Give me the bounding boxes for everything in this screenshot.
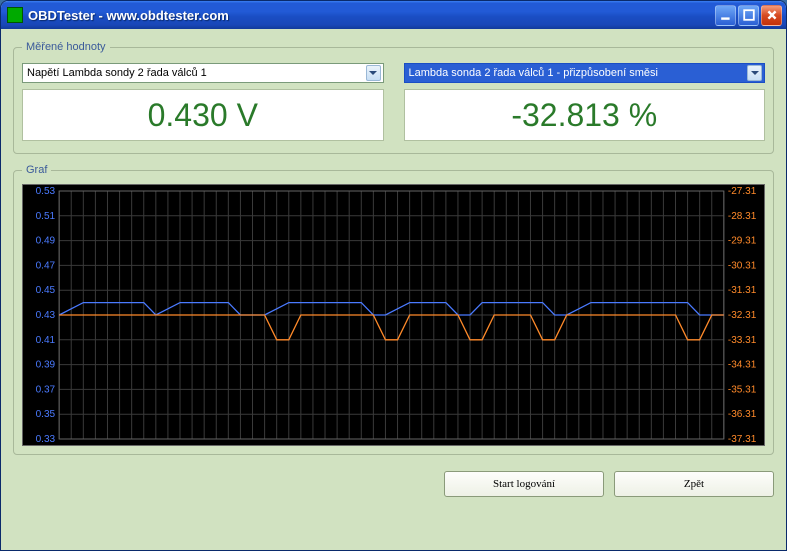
- svg-text:-37.31: -37.31: [728, 434, 757, 445]
- titlebar[interactable]: OBDTester - www.obdtester.com: [1, 1, 786, 29]
- left-dropdown-text: Napětí Lambda sondy 2 řada válců 1: [27, 67, 366, 79]
- svg-text:0.45: 0.45: [36, 285, 56, 296]
- svg-text:-34.31: -34.31: [728, 360, 757, 371]
- chevron-down-icon: [747, 65, 762, 81]
- graph-group: Graf 0.33 -37.31 0.35 -36.31 0.37 -35.31 0.39 -…: [13, 164, 774, 455]
- start-logging-button[interactable]: Start logování: [444, 471, 604, 497]
- right-dropdown-text: Lambda sonda 2 řada válců 1 - přizpůsobe…: [409, 67, 748, 79]
- svg-text:-31.31: -31.31: [728, 285, 757, 296]
- app-icon: [7, 7, 23, 23]
- svg-text:-32.31: -32.31: [728, 310, 757, 321]
- right-dropdown[interactable]: Lambda sonda 2 řada válců 1 - přizpůsobe…: [404, 63, 766, 83]
- graph-legend: Graf: [22, 164, 51, 176]
- svg-text:-27.31: -27.31: [728, 186, 757, 197]
- svg-text:0.53: 0.53: [36, 186, 56, 197]
- svg-text:-28.31: -28.31: [728, 211, 757, 222]
- back-button[interactable]: Zpět: [614, 471, 774, 497]
- svg-text:0.35: 0.35: [36, 409, 56, 420]
- maximize-button[interactable]: [738, 5, 759, 26]
- svg-text:0.51: 0.51: [36, 211, 56, 222]
- chart-canvas: 0.33 -37.31 0.35 -36.31 0.37 -35.31 0.39 -34.31…: [23, 185, 764, 445]
- measured-values-group: Měřené hodnoty Napětí Lambda sondy 2 řad…: [13, 41, 774, 154]
- svg-text:0.49: 0.49: [36, 236, 56, 247]
- svg-text:0.43: 0.43: [36, 310, 56, 321]
- chevron-down-icon: [366, 65, 381, 81]
- svg-text:-33.31: -33.31: [728, 335, 757, 346]
- svg-text:0.33: 0.33: [36, 434, 56, 445]
- close-button[interactable]: [761, 5, 782, 26]
- svg-text:0.41: 0.41: [36, 335, 56, 346]
- svg-text:0.37: 0.37: [36, 384, 56, 395]
- chart-area: 0.33 -37.31 0.35 -36.31 0.37 -35.31 0.39 -34.31…: [22, 184, 765, 446]
- svg-text:-35.31: -35.31: [728, 384, 757, 395]
- client-area: Měřené hodnoty Napětí Lambda sondy 2 řad…: [1, 29, 786, 550]
- window-title: OBDTester - www.obdtester.com: [28, 8, 715, 23]
- app-window: OBDTester - www.obdtester.com Měřené hod…: [0, 0, 787, 551]
- svg-text:-29.31: -29.31: [728, 236, 757, 247]
- right-value-display: -32.813 %: [404, 89, 766, 141]
- svg-text:-30.31: -30.31: [728, 260, 757, 271]
- left-value-display: 0.430 V: [22, 89, 384, 141]
- measured-values-legend: Měřené hodnoty: [22, 41, 110, 53]
- svg-text:0.39: 0.39: [36, 360, 56, 371]
- minimize-button[interactable]: [715, 5, 736, 26]
- svg-text:-36.31: -36.31: [728, 409, 757, 420]
- left-dropdown[interactable]: Napětí Lambda sondy 2 řada válců 1: [22, 63, 384, 83]
- svg-text:0.47: 0.47: [36, 260, 56, 271]
